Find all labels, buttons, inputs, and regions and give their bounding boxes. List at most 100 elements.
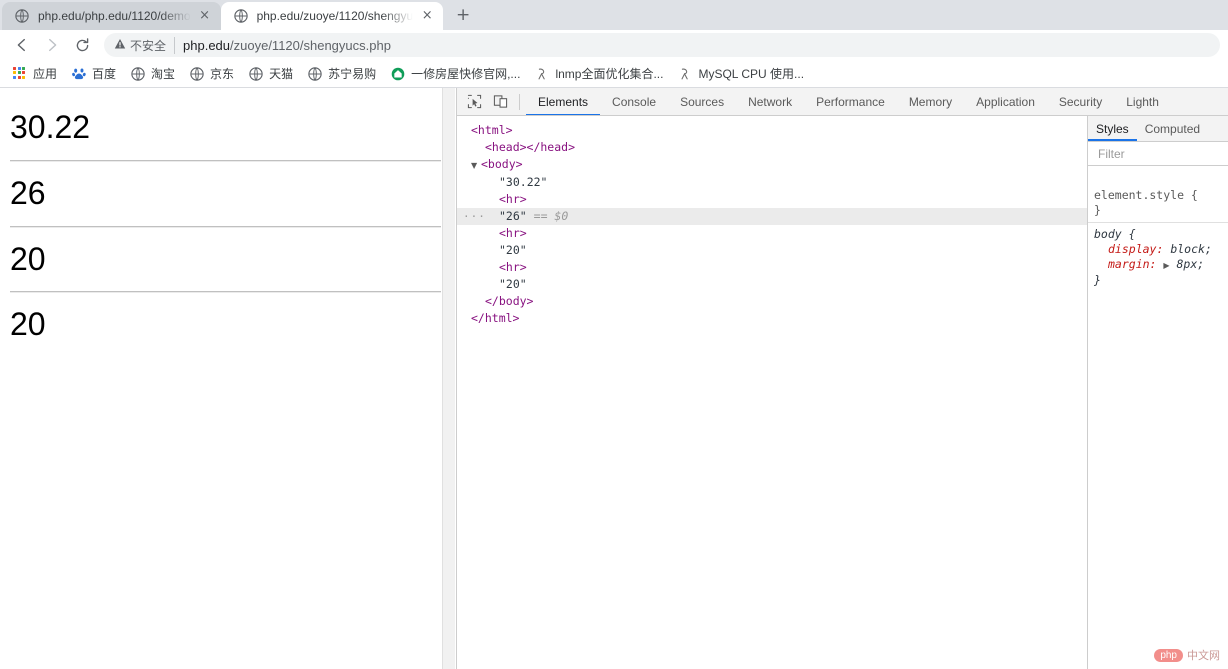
css-rule-body[interactable]: body { display: block; margin: ▶ 8px; } (1088, 222, 1228, 292)
bookmark-apps-label: 应用 (33, 67, 58, 81)
dom-row-hr-1[interactable]: <hr> (457, 191, 1087, 208)
css-selector-element-style: element.style { (1094, 188, 1198, 202)
styles-panel: Styles Computed Filter element.style { }… (1088, 116, 1228, 669)
dom-tag-html-open: <html> (471, 123, 513, 137)
tab-sources[interactable]: Sources (668, 88, 736, 115)
dom-tag-hr-2: <hr> (499, 226, 527, 240)
close-icon[interactable]: × (197, 8, 213, 24)
dom-text-20b: "20" (499, 277, 527, 291)
tab-memory[interactable]: Memory (897, 88, 964, 115)
chevron-down-icon[interactable]: ▼ (471, 157, 481, 174)
bookmarks-bar: 应用 百度 淘宝 京东 天猫 苏宁易购 一修房屋快修官网,... lnmp全面优… (0, 60, 1228, 88)
page-scrollbar[interactable] (442, 88, 455, 669)
bookmark-lnmp-label: lnmp全面优化集合... (555, 67, 664, 81)
row-menu-icon[interactable]: ··· (463, 208, 486, 225)
browser-tab-2[interactable]: php.edu/zuoye/1120/shengyu × (220, 2, 444, 30)
globe-icon (130, 66, 146, 82)
dom-tag-body-close: </body> (485, 294, 534, 308)
dom-row-body-close[interactable]: </body> (457, 293, 1087, 310)
globe-icon (14, 8, 30, 24)
css-close-body: } (1094, 273, 1101, 287)
dom-selection-marker: == $0 (533, 209, 569, 223)
browser-tab-1[interactable]: php.edu/php.edu/1120/demo × (2, 2, 221, 30)
reload-button[interactable] (68, 31, 96, 59)
dom-tag-hr-3: <hr> (499, 260, 527, 274)
tab-lighthouse[interactable]: Lighth (1114, 88, 1171, 115)
globe-icon (189, 66, 205, 82)
dom-row-text-20b[interactable]: "20" (457, 276, 1087, 293)
tab-elements[interactable]: Elements (526, 88, 600, 115)
new-tab-button[interactable]: + (449, 1, 477, 29)
tab-performance[interactable]: Performance (804, 88, 897, 115)
globe-icon (233, 8, 249, 24)
tab-styles[interactable]: Styles (1088, 116, 1137, 141)
bookmark-mysql-cpu-label: MySQL CPU 使用... (698, 67, 805, 81)
home-green-icon (390, 66, 406, 82)
bookmark-tmall-label: 天猫 (269, 67, 294, 81)
css-declaration-display[interactable]: display: block; (1094, 242, 1220, 257)
baidu-icon (71, 66, 87, 82)
tab-security[interactable]: Security (1047, 88, 1114, 115)
device-toolbar-icon[interactable] (487, 90, 513, 114)
css-selector-body: body { (1094, 227, 1136, 241)
dom-row-text-26[interactable]: ··· "26" == $0 (457, 208, 1087, 225)
url-host: php.edu (183, 37, 231, 53)
page-divider-1 (10, 159, 441, 162)
dom-row-hr-2[interactable]: <hr> (457, 225, 1087, 242)
bookmark-taobao[interactable]: 淘宝 (124, 62, 181, 85)
tab-console[interactable]: Console (600, 88, 668, 115)
bookmark-apps[interactable]: 应用 (6, 62, 63, 85)
devtools-panel: Elements Console Sources Network Perform… (457, 88, 1228, 669)
styles-filter-input[interactable]: Filter (1088, 142, 1228, 166)
dom-row-html-close[interactable]: </html> (457, 310, 1087, 327)
inspect-element-icon[interactable] (461, 90, 487, 114)
bookmark-gray-icon (534, 66, 550, 82)
dom-tree-panel: <html> <head></head> ▼ <body> "30.22" <hr… (457, 116, 1088, 669)
css-prop-margin: margin: (1108, 257, 1157, 271)
dom-row-html-open[interactable]: <html> (457, 122, 1087, 139)
bookmark-suning[interactable]: 苏宁易购 (301, 62, 382, 85)
css-rule-element-style[interactable]: element.style { } (1088, 166, 1228, 222)
page-line-4: 20 (10, 306, 46, 343)
dom-row-head[interactable]: <head></head> (457, 139, 1087, 156)
dom-text-26: "26" (499, 209, 527, 223)
url-text: php.edu/zuoye/1120/shengyucs.php (183, 38, 391, 53)
tab-application[interactable]: Application (964, 88, 1047, 115)
css-close-element-style: } (1094, 203, 1101, 217)
warning-triangle-icon (114, 38, 126, 53)
forward-button[interactable] (38, 31, 66, 59)
dom-text-3022: "30.22" (499, 175, 548, 189)
bookmark-taobao-label: 淘宝 (151, 67, 176, 81)
security-status[interactable]: 不安全 (114, 36, 176, 54)
address-bar[interactable]: 不安全 php.edu/zuoye/1120/shengyucs.php (104, 33, 1220, 57)
dom-tag-hr-1: <hr> (499, 192, 527, 206)
url-path: /zuoye/1120/shengyucs.php (230, 37, 391, 53)
expand-arrow-icon[interactable]: ▶ (1163, 261, 1169, 270)
bookmark-yixiu[interactable]: 一修房屋快修官网,... (384, 62, 526, 85)
dom-row-hr-3[interactable]: <hr> (457, 259, 1087, 276)
tab-network[interactable]: Network (736, 88, 804, 115)
tab-strip: php.edu/php.edu/1120/demo × php.edu/zuoy… (0, 0, 1228, 30)
css-declaration-margin[interactable]: margin: ▶ 8px; (1094, 257, 1220, 273)
page-line-2: 26 (10, 174, 46, 211)
bookmark-lnmp[interactable]: lnmp全面优化集合... (528, 62, 669, 85)
dom-row-text-20a[interactable]: "20" (457, 242, 1087, 259)
page-line-3: 20 (10, 240, 46, 277)
dom-tag-head: <head></head> (485, 140, 576, 154)
bookmark-mysql-cpu[interactable]: MySQL CPU 使用... (671, 62, 810, 85)
bookmark-suning-label: 苏宁易购 (328, 67, 377, 81)
back-button[interactable] (8, 31, 36, 59)
devtools-body: <html> <head></head> ▼ <body> "30.22" <hr… (457, 116, 1228, 669)
dom-row-text-3022[interactable]: "30.22" (457, 174, 1087, 191)
css-prop-display: display: (1108, 242, 1164, 256)
bookmark-jd[interactable]: 京东 (183, 62, 240, 85)
browser-toolbar: 不安全 php.edu/zuoye/1120/shengyucs.php (0, 30, 1228, 60)
browser-tab-1-title: php.edu/php.edu/1120/demo (38, 9, 191, 23)
tab-computed[interactable]: Computed (1137, 116, 1208, 141)
bookmark-tmall[interactable]: 天猫 (242, 62, 299, 85)
dom-row-body-open[interactable]: ▼ <body> (457, 156, 1087, 174)
close-icon[interactable]: × (419, 8, 435, 24)
content-area: 30.22 26 20 20 Elements Console Sources … (0, 88, 1228, 669)
bookmark-baidu[interactable]: 百度 (65, 62, 122, 85)
page-divider-3 (10, 291, 441, 294)
